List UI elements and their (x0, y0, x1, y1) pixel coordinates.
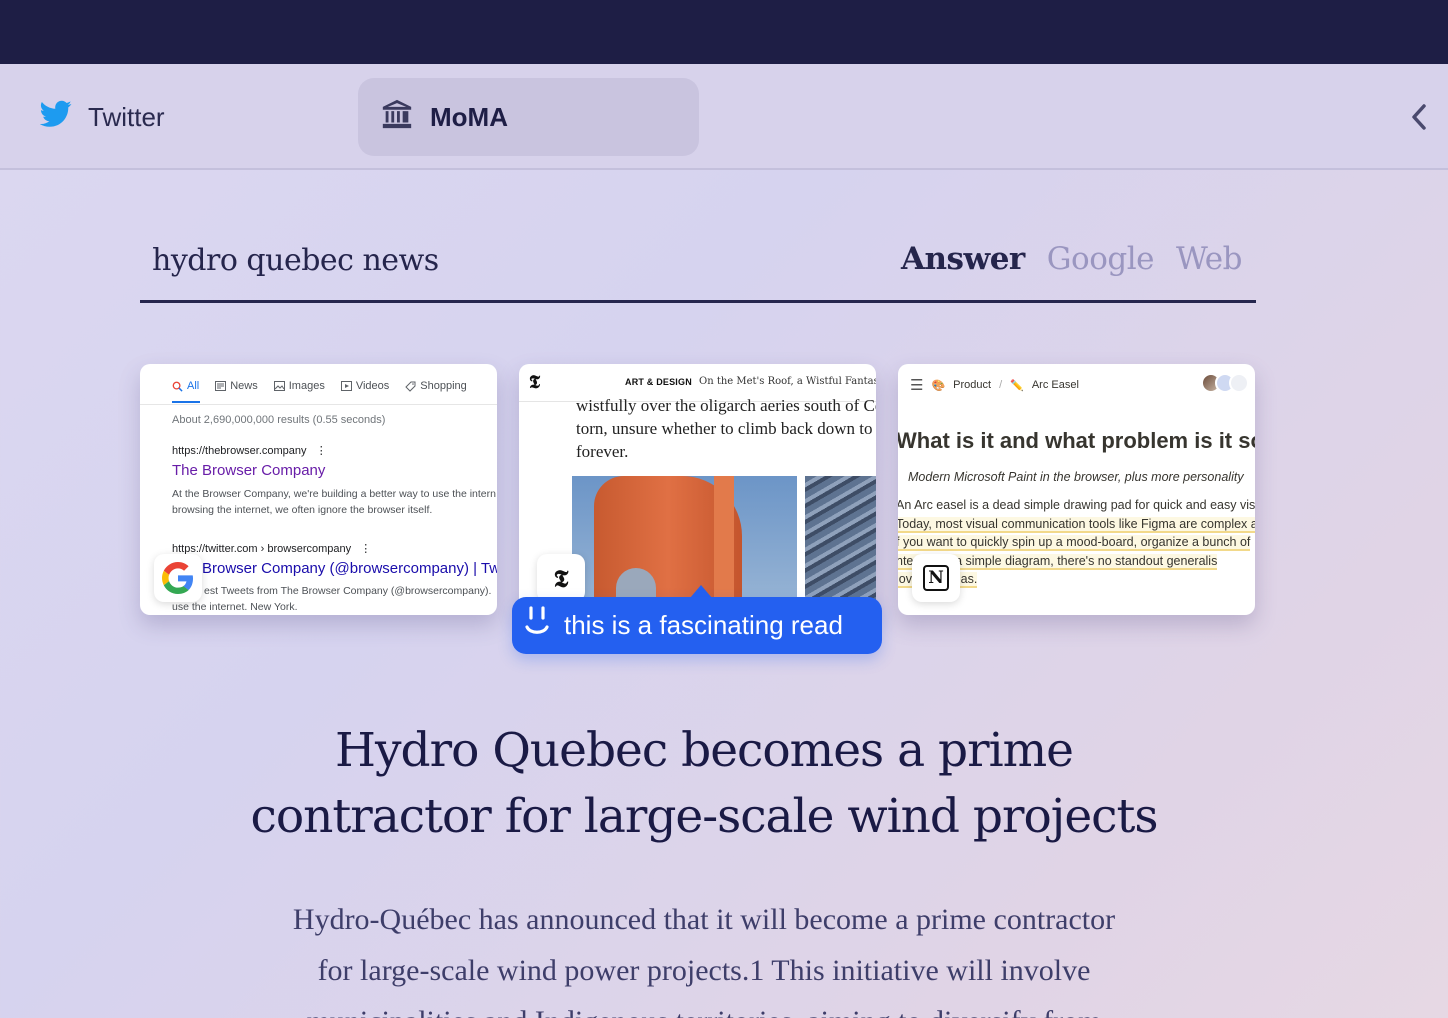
search-mode-switcher: Answer Google Web (901, 241, 1243, 277)
google-tab-shopping[interactable]: Shopping (405, 380, 467, 392)
divider (140, 404, 497, 405)
collaborator-avatars[interactable] (1201, 373, 1249, 393)
tag-icon (405, 381, 416, 392)
image-icon (273, 381, 285, 391)
snippet-line: est Tweets from The Browser Company (@br… (204, 585, 492, 597)
google-g-icon (162, 562, 194, 594)
snippet-line: use the internet. New York. (172, 601, 298, 613)
section-label: ART & DESIGN (625, 377, 692, 387)
museum-icon (380, 97, 414, 138)
window-top-bar (0, 0, 1448, 64)
notion-logo-badge: N (912, 554, 960, 602)
smiley-icon (524, 605, 550, 646)
collapse-chevron-button[interactable] (1404, 102, 1434, 136)
url-text: https://thebrowser.company (172, 445, 307, 457)
body-line: Hydro-Québec has announced that it will … (292, 903, 1116, 936)
active-tab-indicator (172, 401, 200, 403)
page-title: What is it and what problem is it sol (898, 428, 1255, 453)
body-line: municipalities and Indigenous territorie… (0, 996, 1408, 1018)
pinned-tab-bar: Twitter MoMA (0, 64, 1448, 170)
google-tab-row: All News Images Videos Shopping (172, 380, 467, 392)
pencil-icon: ✏️ (1010, 379, 1024, 392)
body-line: An Arc easel is a dead simple drawing pa… (898, 498, 1255, 512)
url-text: https://twitter.com › browsercompany (172, 543, 352, 555)
google-tab-images[interactable]: Images (273, 380, 325, 392)
result-title-link[interactable]: The Browser Company (172, 462, 325, 479)
result-url: https://twitter.com › browsercompany ⋮ (172, 542, 371, 555)
video-icon (340, 381, 352, 391)
nyt-t-icon: 𝕿 (553, 563, 569, 593)
source-card-notion[interactable]: ☰ 🎨 Product / ✏️ Arc Easel What is it an… (898, 364, 1255, 615)
menu-icon[interactable]: ☰ (910, 376, 923, 394)
breadcrumb-item[interactable]: Product (953, 379, 991, 391)
body-line: torn, unsure whether to climb back down … (576, 419, 873, 438)
result-snippet: est Tweets from The Browser Company (@br… (172, 583, 491, 615)
tab-label: Twitter (88, 101, 165, 132)
tab-label: All (187, 380, 200, 392)
google-tab-news[interactable]: News (215, 380, 258, 392)
body-line: forever. (576, 442, 629, 461)
body-line: wistfully over the oligarch aeries south… (576, 396, 876, 415)
article-photo (572, 476, 797, 615)
notion-n-icon: N (923, 565, 949, 591)
result-snippet: At the Browser Company, we're building a… (172, 486, 497, 518)
chevron-left-icon (1410, 103, 1428, 136)
result-url: https://thebrowser.company ⋮ (172, 444, 327, 457)
tab-moma[interactable]: MoMA (358, 78, 699, 156)
article-headline: On the Met's Roof, a Wistful Fantasy Wi (699, 376, 876, 387)
mode-answer-button[interactable]: Answer (901, 241, 1025, 277)
title-line: Hydro Quebec becomes a prime (335, 723, 1074, 778)
comment-text: this is a fascinating read (564, 610, 843, 640)
mode-web-button[interactable]: Web (1176, 241, 1243, 277)
notion-breadcrumb: ☰ 🎨 Product / ✏️ Arc Easel (910, 376, 1079, 394)
tab-label: Videos (355, 380, 390, 392)
google-tab-videos[interactable]: Videos (340, 380, 390, 392)
tab-label: MoMA (430, 101, 508, 132)
breadcrumb-item[interactable]: Arc Easel (1032, 379, 1079, 391)
more-vert-icon[interactable]: ⋮ (316, 445, 327, 457)
result-title-link[interactable]: Browser Company (@browsercompany) | Tw (202, 560, 497, 577)
news-icon (215, 381, 227, 391)
page-subtitle: Modern Microsoft Paint in the browser, p… (908, 470, 1244, 484)
breadcrumb-separator: / (999, 379, 1003, 391)
result-stats: About 2,690,000,000 results (0.55 second… (172, 414, 386, 426)
search-bar[interactable]: hydro quebec news Answer Google Web (140, 235, 1256, 303)
source-card-google[interactable]: All News Images Videos Shopping About 2,… (140, 364, 497, 615)
source-card-nyt[interactable]: 𝕿 ART & DESIGN On the Met's Roof, a Wist… (519, 364, 876, 615)
google-tab-all[interactable]: All (172, 380, 199, 392)
google-logo-badge (154, 554, 202, 602)
search-icon (172, 381, 183, 392)
snippet-line: browsing the internet, we often ignore t… (172, 504, 433, 516)
avatar (1229, 373, 1249, 393)
body-line: for large-scale wind power projects.1 Th… (317, 954, 1091, 987)
nyt-logo-badge: 𝕿 (537, 554, 585, 602)
tab-label: Shopping (420, 380, 467, 392)
title-line: contractor for large-scale wind projects (250, 789, 1159, 844)
comment-bubble[interactable]: this is a fascinating read (512, 597, 882, 654)
search-query[interactable]: hydro quebec news (152, 243, 439, 278)
tab-label: News (230, 380, 258, 392)
snippet-line: At the Browser Company, we're building a… (172, 488, 496, 500)
twitter-bird-icon (39, 100, 72, 135)
tab-twitter[interactable]: Twitter (39, 78, 165, 156)
more-vert-icon[interactable]: ⋮ (360, 543, 371, 555)
highlighted-line: Today, most visual communication tools l… (898, 516, 1255, 533)
mode-google-button[interactable]: Google (1047, 241, 1155, 277)
nyt-logo: 𝕿 (529, 372, 541, 393)
article-photo (805, 476, 876, 615)
highlighted-line: f you want to quickly spin up a mood-boa… (898, 535, 1251, 551)
answer-title: Hydro Quebec becomes a prime contractor … (0, 718, 1408, 850)
palette-icon: 🎨 (931, 379, 946, 392)
answer-body: Hydro-Québec has announced that it will … (0, 894, 1408, 1018)
article-body: wistfully over the oligarch aeries south… (576, 394, 876, 463)
tab-label: Images (288, 380, 325, 392)
